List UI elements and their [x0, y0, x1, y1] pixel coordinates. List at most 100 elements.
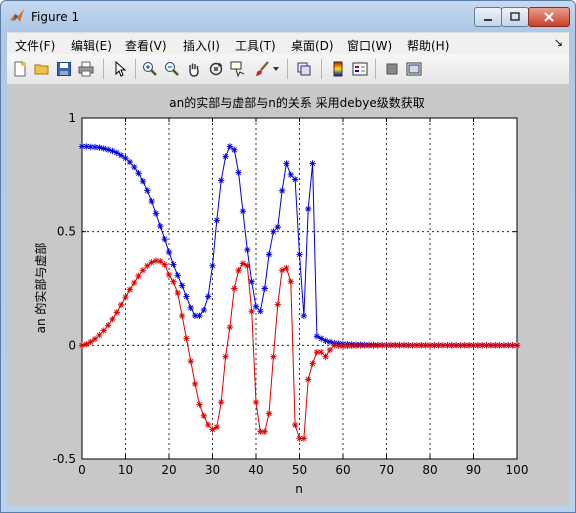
data-point-imag	[148, 198, 155, 205]
menu-edit[interactable]: 编辑(E)	[71, 37, 112, 54]
data-point-real	[126, 286, 134, 293]
data-point-imag	[117, 152, 125, 159]
data-point-imag	[226, 143, 234, 150]
x-tick-label: 70	[379, 463, 394, 477]
pointer-button[interactable]	[111, 60, 129, 78]
y-tick-label: -0.5	[53, 452, 76, 466]
data-point-imag	[235, 169, 242, 176]
menu-help[interactable]: 帮助(H)	[407, 37, 449, 54]
data-point-imag	[300, 312, 308, 319]
data-point-real	[187, 358, 194, 365]
data-point-real	[287, 278, 294, 285]
menu-view[interactable]: 查看(V)	[125, 37, 167, 54]
close-button[interactable]	[528, 7, 570, 27]
print-icon	[78, 61, 94, 77]
toolbar-separator	[287, 59, 288, 79]
data-point-imag	[165, 248, 173, 256]
brush-dropdown[interactable]	[271, 60, 281, 78]
data-point-imag	[309, 160, 316, 167]
toolbar-separator	[135, 59, 136, 79]
data-point-real	[235, 267, 242, 274]
chevron-down-icon	[273, 67, 279, 71]
data-point-real	[283, 264, 290, 272]
data-point-imag	[209, 262, 216, 269]
data-point-imag	[152, 210, 160, 217]
new-file-icon	[14, 61, 26, 77]
data-point-imag	[239, 208, 247, 215]
data-point-imag	[322, 337, 329, 344]
data-point-imag	[174, 272, 181, 279]
menu-desktop[interactable]: 桌面(D)	[291, 37, 334, 54]
colorbar-icon	[333, 61, 343, 77]
legend-button[interactable]	[351, 60, 369, 78]
data-point-imag	[157, 223, 164, 230]
data-point-imag	[100, 145, 107, 152]
brush-icon	[256, 61, 269, 76]
data-point-real	[231, 285, 238, 292]
hide-plot-tools-icon	[386, 63, 398, 75]
toolbar-separator	[375, 59, 376, 79]
data-point-real	[170, 278, 177, 285]
data-point-imag	[183, 293, 190, 300]
data-point-real	[218, 398, 225, 406]
legend-icon	[352, 62, 368, 76]
brush-button[interactable]	[253, 60, 271, 78]
data-point-imag	[187, 304, 194, 312]
data-point-real	[252, 398, 260, 406]
colorbar-button[interactable]	[329, 60, 347, 78]
data-point-imag	[278, 187, 286, 194]
menu-file[interactable]: 文件(F)	[15, 37, 55, 54]
data-point-real	[226, 323, 234, 331]
data-point-real	[183, 335, 190, 342]
data-point-real	[174, 289, 181, 297]
data-cursor-button[interactable]	[229, 60, 247, 78]
link-button[interactable]	[295, 60, 313, 78]
pan-hand-icon	[189, 63, 199, 77]
data-point-real	[291, 421, 299, 429]
plot-area[interactable]: an的实部与虚部与n的关系 采用debye级数获取 0 10 20 30 40 50 60 7…	[7, 85, 569, 506]
data-point-real	[322, 353, 329, 360]
x-tick-label: 30	[205, 463, 220, 477]
data-point-imag	[291, 176, 299, 183]
open-button[interactable]	[33, 60, 51, 78]
menu-dock-arrow-icon[interactable]: ↘	[554, 36, 563, 49]
data-point-imag	[283, 160, 290, 167]
data-point-imag	[170, 261, 177, 268]
data-point-real	[100, 327, 107, 334]
zoom-in-button[interactable]	[141, 60, 159, 78]
menu-window[interactable]: 窗口(W)	[347, 37, 392, 54]
data-point-imag	[204, 293, 212, 300]
data-point-imag	[222, 153, 229, 160]
data-point-real	[248, 308, 255, 315]
pan-button[interactable]	[185, 60, 203, 78]
data-point-real	[270, 353, 277, 360]
data-point-imag	[326, 338, 334, 346]
data-point-imag	[178, 282, 186, 289]
y-axis-label: an 的实部与虚部	[33, 243, 48, 334]
hide-plot-tools-button[interactable]	[383, 60, 401, 78]
data-point-real	[144, 262, 151, 269]
minimize-button[interactable]	[474, 7, 502, 27]
data-point-imag	[305, 205, 312, 213]
new-file-button[interactable]	[11, 60, 29, 78]
data-point-imag	[96, 144, 103, 151]
x-tick-label: 40	[248, 463, 263, 477]
data-point-real	[109, 315, 116, 323]
data-point-real	[191, 380, 199, 388]
y-tick-label: 0.5	[57, 225, 76, 239]
data-point-real	[244, 262, 251, 269]
title-bar[interactable]: Figure 1	[1, 1, 575, 31]
print-button[interactable]	[77, 60, 95, 78]
maximize-button[interactable]	[501, 7, 529, 27]
menu-tools[interactable]: 工具(T)	[235, 37, 276, 54]
data-point-real	[87, 338, 94, 346]
chart-title: an的实部与虚部与n的关系 采用debye级数获取	[169, 95, 424, 110]
rotate-3d-button[interactable]	[207, 60, 225, 78]
data-point-real	[309, 360, 316, 367]
save-button[interactable]	[55, 60, 73, 78]
zoom-out-button[interactable]	[163, 60, 181, 78]
x-tick-label: 100	[506, 463, 529, 477]
show-plot-tools-button[interactable]	[405, 60, 423, 78]
data-point-real	[122, 293, 129, 301]
menu-insert[interactable]: 插入(I)	[183, 37, 220, 54]
